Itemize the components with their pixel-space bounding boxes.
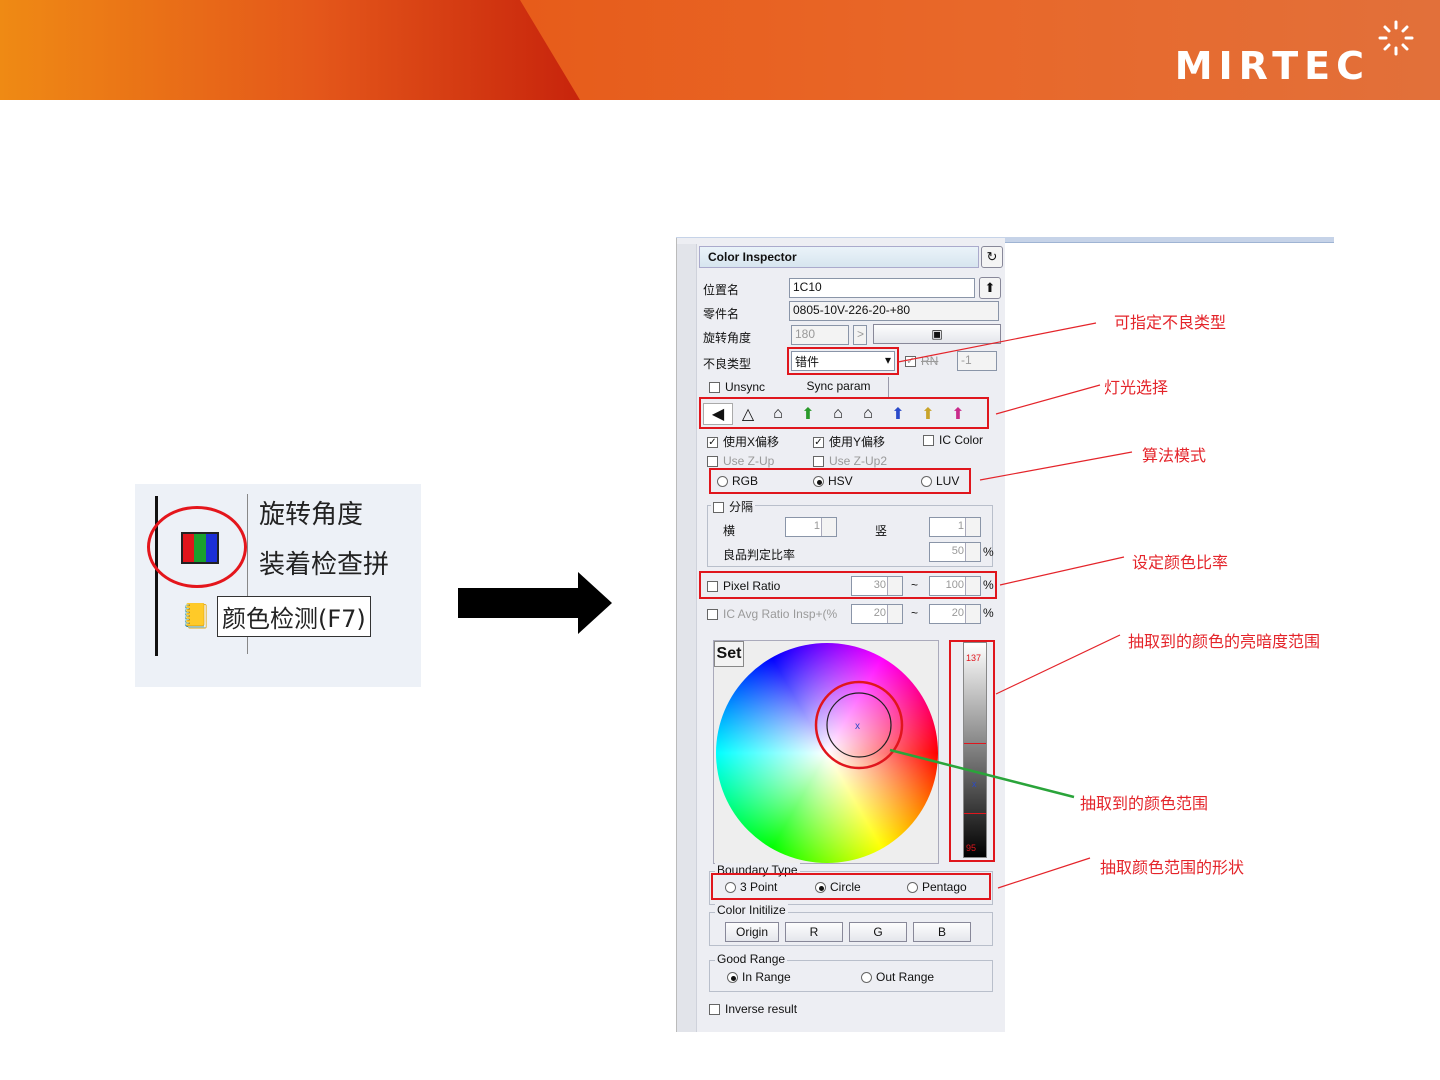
annotation-ratio: 设定颜色比率 bbox=[1132, 553, 1229, 572]
annotation-color-range: 抽取到的颜色范围 bbox=[1080, 794, 1209, 813]
annotation-brightness: 抽取到的颜色的亮暗度范围 bbox=[1128, 632, 1321, 651]
annotation-shape: 抽取颜色范围的形状 bbox=[1100, 858, 1245, 877]
annotation-light: 灯光选择 bbox=[1104, 378, 1169, 397]
annotation-algo: 算法模式 bbox=[1142, 446, 1207, 465]
set-button[interactable]: Set bbox=[714, 641, 744, 667]
annotation-defect-type: 可指定不良类型 bbox=[1114, 313, 1227, 332]
annotation-lines bbox=[889, 322, 1133, 889]
